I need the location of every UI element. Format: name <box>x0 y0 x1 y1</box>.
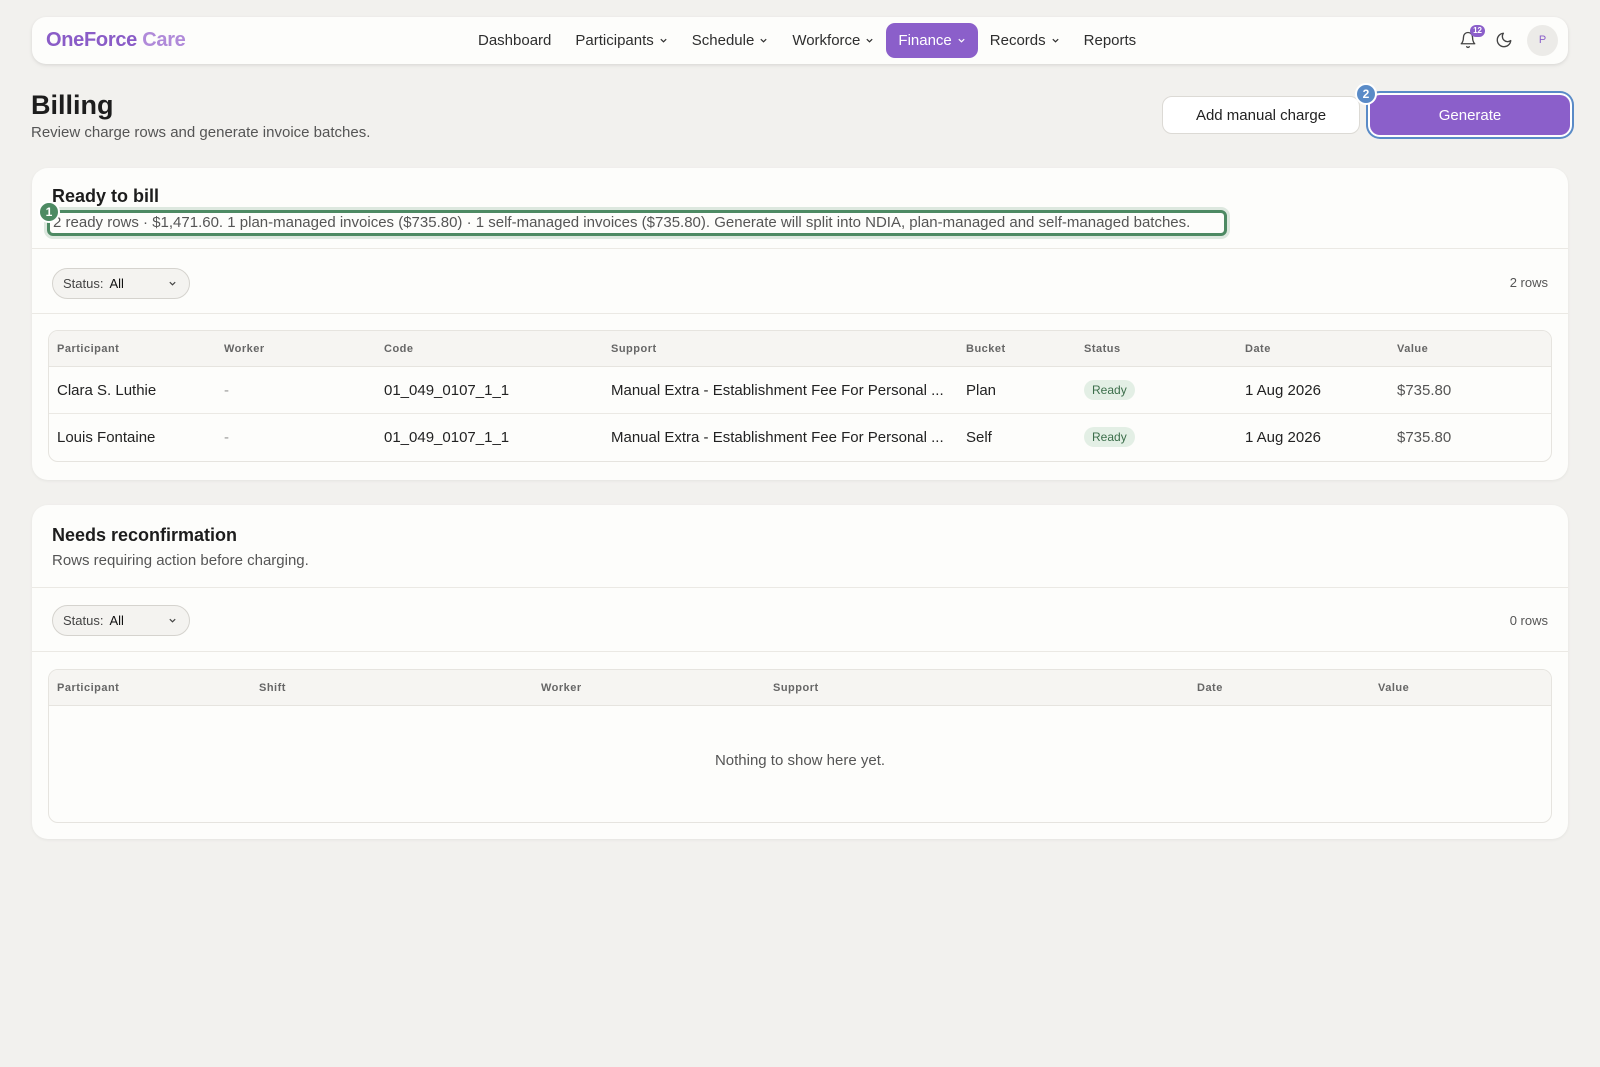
divider <box>32 248 1568 249</box>
cell-value: $735.80 <box>1397 429 1452 446</box>
cell-date: 1 Aug 2026 <box>1245 429 1321 446</box>
nav-dashboard[interactable]: Dashboard <box>466 23 563 58</box>
moon-icon <box>1496 32 1512 48</box>
col-support: Support <box>611 343 657 355</box>
nav-records[interactable]: Records <box>978 23 1072 58</box>
billing-summary: 2 ready rows · $1,471.60. 1 plan-managed… <box>47 210 1227 236</box>
status-badge: Ready <box>1084 380 1135 400</box>
cell-support: Manual Extra - Establishment Fee For Per… <box>611 429 944 446</box>
card-title: Needs reconfirmation <box>52 525 238 545</box>
ready-table: Participant Worker Code Support Bucket S… <box>48 330 1552 462</box>
filter-value: All <box>109 613 124 628</box>
chevron-down-icon <box>866 38 874 43</box>
nav-reports[interactable]: Reports <box>1072 23 1149 58</box>
theme-toggle-button[interactable] <box>1491 24 1517 56</box>
step-marker: 1 <box>38 201 60 223</box>
brand-name: OneForce <box>46 29 137 51</box>
chevron-down-icon <box>958 38 965 43</box>
notification-count-badge: 12 <box>1470 25 1485 37</box>
avatar[interactable]: P <box>1527 24 1558 56</box>
page-subtitle: Review charge rows and generate invoice … <box>31 124 371 141</box>
divider <box>32 587 1568 588</box>
col-shift: Shift <box>259 682 286 694</box>
generate-button[interactable]: Generate <box>1370 95 1570 135</box>
col-value: Value <box>1397 343 1429 355</box>
nav-label: Participants <box>575 32 654 49</box>
brand-logo[interactable]: OneForce Care <box>46 29 186 52</box>
nav-links: Dashboard Participants Schedule Workforc… <box>466 23 1148 58</box>
col-participant: Participant <box>57 343 120 355</box>
nav-schedule[interactable]: Schedule <box>680 23 781 58</box>
card-subtitle: Rows requiring action before charging. <box>52 552 309 569</box>
filter-label: Status: <box>63 276 104 291</box>
table-row[interactable]: Clara S. Luthie - 01_049_0107_1_1 Manual… <box>49 367 1551 414</box>
col-support: Support <box>773 682 819 694</box>
row-count: 2 rows <box>1509 275 1548 290</box>
cell-participant: Clara S. Luthie <box>57 382 157 399</box>
cell-participant: Louis Fontaine <box>57 429 156 446</box>
nav-label: Records <box>989 32 1046 49</box>
chevron-down-icon <box>1052 38 1059 43</box>
top-nav: OneForce Care Dashboard Participants Sch… <box>32 17 1568 64</box>
nav-finance[interactable]: Finance <box>886 23 978 58</box>
reconfirm-table: Participant Shift Worker Support Date Va… <box>48 669 1552 823</box>
col-status: Status <box>1084 343 1121 355</box>
chevron-down-icon <box>660 38 667 43</box>
table-header: Participant Worker Code Support Bucket S… <box>49 331 1551 367</box>
col-bucket: Bucket <box>966 343 1006 355</box>
cell-worker: - <box>224 429 229 446</box>
col-date: Date <box>1197 682 1223 694</box>
cell-bucket: Plan <box>966 382 997 399</box>
brand-suffix: Care <box>142 29 186 51</box>
empty-state: Nothing to show here yet. <box>714 752 886 769</box>
col-worker: Worker <box>541 682 582 694</box>
status-badge: Ready <box>1084 427 1135 447</box>
row-count: 0 rows <box>1509 613 1548 628</box>
nav-right: 12 P <box>1455 24 1558 56</box>
table-header: Participant Shift Worker Support Date Va… <box>49 670 1551 706</box>
nav-label: Schedule <box>691 32 755 49</box>
cell-date: 1 Aug 2026 <box>1245 382 1321 399</box>
filter-value: All <box>109 276 124 291</box>
status-filter[interactable]: Status: All <box>52 268 190 299</box>
nav-workforce[interactable]: Workforce <box>780 23 886 58</box>
chevron-down-icon <box>760 38 767 43</box>
nav-label: Reports <box>1083 32 1137 49</box>
chevron-down-icon <box>169 618 176 623</box>
cell-worker: - <box>224 382 229 399</box>
step-marker: 2 <box>1355 83 1377 105</box>
nav-label: Workforce <box>792 32 861 49</box>
divider <box>32 313 1568 314</box>
card-title: Ready to bill <box>52 186 160 206</box>
chevron-down-icon <box>169 281 176 286</box>
cell-value: $735.80 <box>1397 382 1452 399</box>
nav-label: Finance <box>898 32 952 49</box>
cell-bucket: Self <box>966 429 992 446</box>
cell-code: 01_049_0107_1_1 <box>384 429 510 446</box>
needs-reconfirmation-card: Needs reconfirmation Rows requiring acti… <box>32 505 1568 839</box>
add-manual-charge-button[interactable]: Add manual charge <box>1162 96 1360 134</box>
col-value: Value <box>1378 682 1410 694</box>
nav-participants[interactable]: Participants <box>563 23 679 58</box>
filter-label: Status: <box>63 613 104 628</box>
notifications-button[interactable]: 12 <box>1455 24 1485 56</box>
col-worker: Worker <box>224 343 265 355</box>
col-participant: Participant <box>57 682 120 694</box>
cell-support: Manual Extra - Establishment Fee For Per… <box>611 382 944 399</box>
table-row[interactable]: Louis Fontaine - 01_049_0107_1_1 Manual … <box>49 414 1551 461</box>
cell-code: 01_049_0107_1_1 <box>384 382 510 399</box>
ready-to-bill-card: Ready to bill 2 ready rows · $1,471.60. … <box>32 168 1568 480</box>
nav-label: Dashboard <box>478 32 552 49</box>
status-filter[interactable]: Status: All <box>52 605 190 636</box>
page-title: Billing <box>31 90 114 120</box>
col-date: Date <box>1245 343 1271 355</box>
col-code: Code <box>384 343 414 355</box>
divider <box>32 651 1568 652</box>
